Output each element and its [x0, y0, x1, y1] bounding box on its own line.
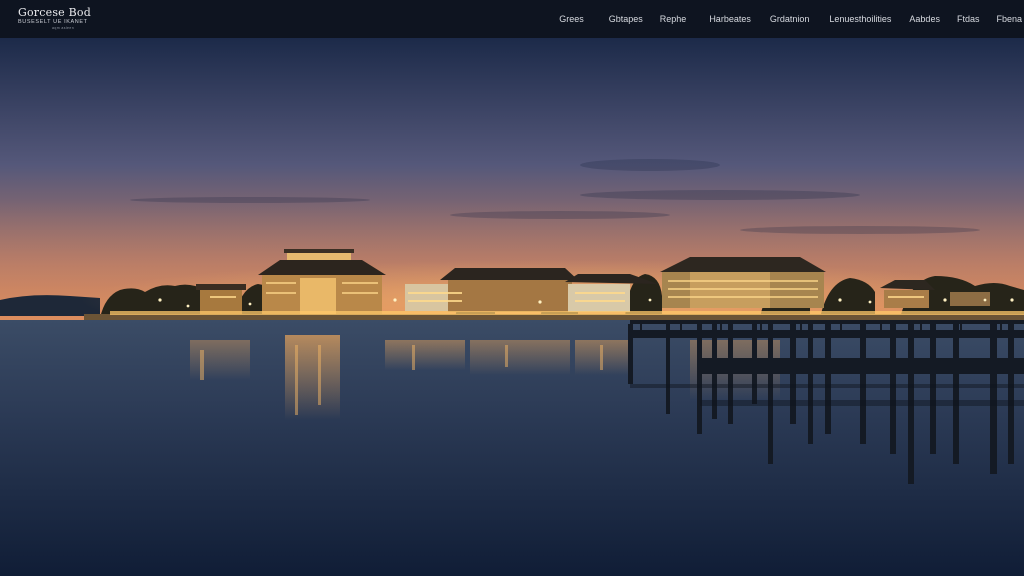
nav-item: Ftdas: [957, 0, 980, 38]
nav-item: Gbtapes: [609, 0, 643, 38]
nav-link-1[interactable]: Grees: [559, 0, 584, 38]
brand-subtext: aqm asleen: [52, 26, 75, 30]
brand-logo[interactable]: Gorcese Bod Buseselt ue ikanet aqm aslee…: [18, 7, 108, 33]
waterfront-night-scene: [0, 38, 1024, 576]
nav-link-2[interactable]: Gbtapes: [609, 0, 643, 38]
nav-item: Rephe: [660, 0, 687, 38]
hero-image: [0, 38, 1024, 576]
nav-item: Grdatnion: [770, 0, 810, 38]
brand-name: Gorcese Bod: [18, 6, 91, 19]
nav-item: Lenuesthoilities: [829, 0, 891, 38]
nav-item: Grees: [559, 0, 584, 38]
nav-link-8[interactable]: Ftdas: [957, 0, 980, 38]
nav-link-7[interactable]: Aabdes: [909, 0, 940, 38]
nav-link-4[interactable]: Harbeates: [709, 0, 751, 38]
nav-link-9[interactable]: Fbena: [996, 0, 1022, 38]
nav-link-5[interactable]: Grdatnion: [770, 0, 810, 38]
nav-item: Aabdes: [909, 0, 940, 38]
nav-link-3[interactable]: Rephe: [660, 0, 687, 38]
nav-item: Fbena: [996, 0, 1022, 38]
main-nav-menu: Grees Gbtapes Rephe Harbeates Grdatnion …: [559, 0, 1024, 38]
shoreline-lights: [110, 311, 1024, 315]
brand-tagline: Buseselt ue ikanet: [18, 19, 88, 25]
top-navigation-bar: Gorcese Bod Buseselt ue ikanet aqm aslee…: [0, 0, 1024, 38]
nav-link-6[interactable]: Lenuesthoilities: [829, 0, 891, 38]
nav-item: Harbeates: [709, 0, 751, 38]
